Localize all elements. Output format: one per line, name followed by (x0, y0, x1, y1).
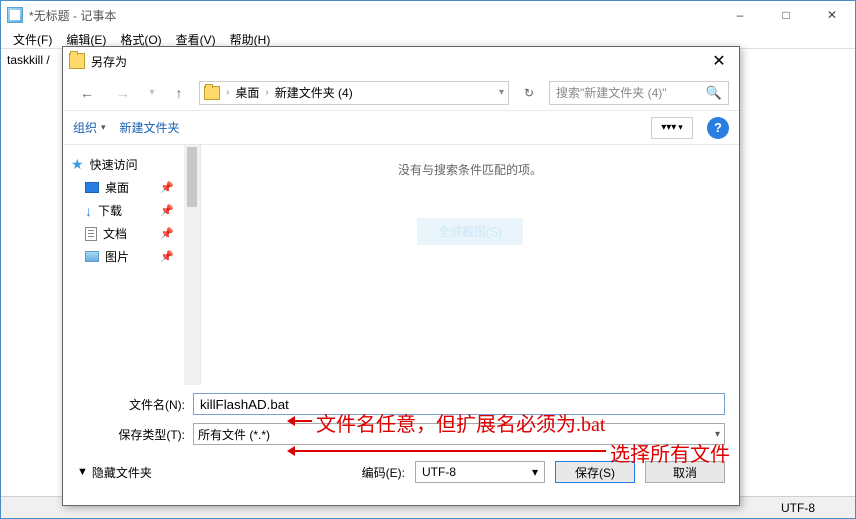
address-bar[interactable]: › 桌面 › 新建文件夹 (4) ▾ (199, 81, 509, 105)
dialog-close-button[interactable]: ✕ (699, 47, 739, 75)
empty-message: 没有与搜索条件匹配的项。 (398, 161, 542, 178)
ghost-screenshot-button: 全屏截图(S) (417, 218, 523, 245)
notepad-title: *无标题 - 记事本 (29, 7, 717, 24)
tree-downloads[interactable]: ↓ 下载 📌 (69, 199, 194, 222)
close-button[interactable]: ✕ (809, 1, 855, 29)
chevron-down-icon: ▾ (715, 429, 720, 440)
hidden-folders-toggle[interactable]: ▼ 隐藏文件夹 (77, 464, 152, 481)
tree-pictures[interactable]: 图片 📌 (69, 245, 194, 268)
chevron-down-icon: ▾ (101, 122, 106, 133)
encoding-select[interactable]: UTF-8 ▾ (415, 461, 545, 483)
nav-forward-button[interactable]: → (109, 81, 137, 105)
nav-recent-dropdown[interactable]: ▾ (145, 81, 159, 105)
new-folder-button[interactable]: 新建文件夹 (120, 119, 180, 136)
chevron-right-icon[interactable]: › (265, 87, 268, 98)
minimize-button[interactable]: – (717, 1, 763, 29)
help-button[interactable]: ? (707, 117, 729, 139)
maximize-button[interactable]: □ (763, 1, 809, 29)
chevron-down-icon: ▾ (678, 122, 683, 133)
organize-menu[interactable]: 组织 ▾ (73, 119, 106, 136)
pin-icon: 📌 (160, 204, 174, 217)
filetype-label: 保存类型(T): (77, 426, 185, 443)
search-placeholder: 搜索"新建文件夹 (4)" (556, 84, 667, 101)
dialog-title: 另存为 (91, 53, 699, 70)
path-segment[interactable]: 桌面 (235, 84, 259, 101)
nav-tree: ★ 快速访问 桌面 📌 ↓ 下载 📌 文档 📌 图片 📌 (63, 145, 201, 385)
chevron-down-icon: ▾ (532, 465, 538, 479)
chevron-right-icon[interactable]: › (226, 87, 229, 98)
status-encoding: UTF-8 (781, 501, 815, 515)
pin-icon: 📌 (160, 250, 174, 263)
dialog-nav: ← → ▾ ↑ › 桌面 › 新建文件夹 (4) ▾ ↻ 搜索"新建文件夹 (4… (63, 75, 739, 111)
download-icon: ↓ (85, 203, 92, 219)
menu-file[interactable]: 文件(F) (7, 29, 58, 48)
dialog-titlebar: 另存为 ✕ (63, 47, 739, 75)
filename-input[interactable] (193, 393, 725, 415)
desktop-icon (85, 182, 99, 193)
file-list[interactable]: 没有与搜索条件匹配的项。 全屏截图(S) (201, 145, 739, 385)
notepad-icon (7, 7, 23, 23)
tree-quick-access[interactable]: ★ 快速访问 (69, 153, 194, 176)
tree-documents[interactable]: 文档 📌 (69, 222, 194, 245)
refresh-button[interactable]: ↻ (517, 81, 541, 105)
folder-icon (204, 86, 220, 100)
filename-label: 文件名(N): (77, 396, 185, 413)
filetype-select[interactable]: 所有文件 (*.*) ▾ (193, 423, 725, 445)
search-icon[interactable]: 🔍 (706, 85, 722, 101)
cancel-button[interactable]: 取消 (645, 461, 725, 483)
save-button[interactable]: 保存(S) (555, 461, 635, 483)
folder-icon (69, 53, 85, 69)
encoding-label: 编码(E): (362, 464, 405, 481)
pin-icon: 📌 (160, 181, 174, 194)
star-icon: ★ (71, 156, 84, 173)
tree-scrollbar[interactable] (184, 145, 200, 385)
dialog-bottom: 文件名(N): 保存类型(T): 所有文件 (*.*) ▾ ▼ 隐藏文件夹 编码… (63, 385, 739, 495)
notepad-titlebar: *无标题 - 记事本 – □ ✕ (1, 1, 855, 29)
view-options-button[interactable]: ▾▾▾ ▾ (651, 117, 693, 139)
pin-icon: 📌 (160, 227, 174, 240)
save-as-dialog: 另存为 ✕ ← → ▾ ↑ › 桌面 › 新建文件夹 (4) ▾ ↻ 搜索"新建… (62, 46, 740, 506)
nav-back-button[interactable]: ← (73, 81, 101, 105)
search-box[interactable]: 搜索"新建文件夹 (4)" 🔍 (549, 81, 729, 105)
chevron-down-icon[interactable]: ▾ (499, 87, 504, 98)
dialog-toolbar: 组织 ▾ 新建文件夹 ▾▾▾ ▾ ? (63, 111, 739, 145)
path-segment[interactable]: 新建文件夹 (4) (275, 84, 353, 101)
picture-icon (85, 251, 99, 262)
tree-desktop[interactable]: 桌面 📌 (69, 176, 194, 199)
nav-up-button[interactable]: ↑ (167, 81, 191, 105)
document-icon (85, 227, 97, 241)
chevron-down-icon: ▼ (77, 466, 88, 478)
